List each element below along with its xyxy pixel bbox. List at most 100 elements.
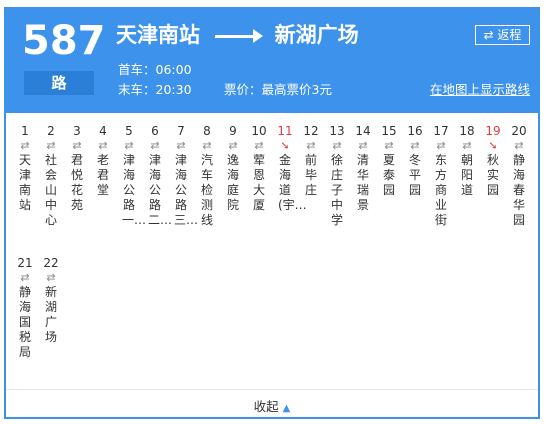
stop-item[interactable]: 8 ⇄ 汽车检测线	[196, 123, 218, 228]
stop-item[interactable]: 7 ⇄ 津海公路三…	[170, 123, 199, 228]
stop-item[interactable]: 5 ⇄ 津海公路一…	[118, 123, 147, 228]
bidirectional-arrow-icon: ⇄	[254, 139, 264, 152]
stop-name: 君悦花苑	[70, 153, 83, 212]
stop-number: 7	[177, 124, 185, 138]
bidirectional-arrow-icon: ⇄	[410, 139, 420, 152]
stop-name: 清华瑞景	[356, 153, 369, 212]
stop-item[interactable]: 21 ⇄ 静海国税局	[14, 255, 36, 360]
stop-number: 12	[303, 124, 319, 138]
stop-number: 21	[17, 256, 33, 270]
stop-item[interactable]: 16 ⇄ 冬平园	[404, 123, 426, 198]
stop-item[interactable]: 18 ⇄ 朝阳道	[456, 123, 478, 198]
bidirectional-arrow-icon: ⇄	[98, 139, 108, 152]
bidirectional-arrow-icon: ⇄	[306, 139, 316, 152]
stop-number: 22	[43, 256, 59, 270]
bidirectional-arrow-icon: ⇄	[514, 139, 524, 152]
stop-item[interactable]: 12 ⇄ 前毕庄	[300, 123, 322, 198]
stop-name: 荤恩大厦	[252, 153, 265, 212]
stop-item[interactable]: 3 ⇄ 君悦花苑	[66, 123, 88, 213]
bus-arriving-icon: ➘	[488, 139, 498, 152]
stop-item[interactable]: 14 ⇄ 清华瑞景	[352, 123, 374, 213]
bidirectional-arrow-icon: ⇄	[72, 139, 82, 152]
stop-number: 5	[125, 124, 133, 138]
bidirectional-arrow-icon: ⇄	[176, 139, 186, 152]
fare-info: 票价：最高票价3元	[224, 82, 332, 97]
bus-route-card: 587 路 天津南站 新湖广场 ⇄ 返程 首车：06:00 末车：20:30 票…	[4, 7, 540, 419]
stop-number: 15	[381, 124, 397, 138]
show-route-on-map-link[interactable]: 在地图上显示路线	[430, 81, 530, 99]
stop-name: 静海春华园	[512, 153, 525, 227]
stop-name: 秋实园	[486, 153, 499, 197]
stop-item[interactable]: 6 ⇄ 津海公路二…	[144, 123, 173, 228]
bidirectional-arrow-icon: ⇄	[332, 139, 342, 152]
bidirectional-arrow-icon: ⇄	[46, 271, 56, 284]
last-bus-time: 末车：20:30	[118, 82, 192, 97]
bidirectional-arrow-icon: ⇄	[436, 139, 446, 152]
stop-name: 汽车检测线	[200, 153, 213, 227]
stop-name: 老君堂	[96, 153, 109, 197]
stop-number: 9	[229, 124, 237, 138]
stop-name: 朝阳道	[460, 153, 473, 197]
bidirectional-arrow-icon: ⇄	[358, 139, 368, 152]
stop-number: 2	[47, 124, 55, 138]
stop-number: 20	[511, 124, 527, 138]
collapse-label: 收起	[253, 399, 279, 414]
stop-name: 新湖广场	[44, 285, 57, 344]
stop-item[interactable]: 10 ⇄ 荤恩大厦	[248, 123, 270, 213]
stop-name: 津海公路二…	[148, 153, 173, 227]
stop-number: 18	[459, 124, 475, 138]
bidirectional-arrow-icon: ⇄	[20, 139, 30, 152]
route-suffix: 路	[24, 71, 94, 95]
stop-name: 津海公路三…	[174, 153, 199, 227]
stop-name: 徐庄子中学	[330, 153, 343, 227]
chevron-up-icon: ▲	[282, 403, 291, 414]
collapse-button[interactable]: 收起 ▲	[254, 396, 291, 415]
route-number: 587	[22, 18, 106, 64]
stop-item[interactable]: 17 ⇄ 东方商业街	[430, 123, 452, 228]
stop-number: 6	[151, 124, 159, 138]
stop-name: 东方商业街	[434, 153, 447, 227]
bidirectional-arrow-icon: ⇄	[202, 139, 212, 152]
stop-number: 8	[203, 124, 211, 138]
return-trip-button[interactable]: ⇄ 返程	[475, 25, 530, 45]
bidirectional-arrow-icon: ⇄	[124, 139, 134, 152]
bus-arriving-icon: ➘	[280, 139, 290, 152]
stop-item[interactable]: 13 ⇄ 徐庄子中学	[326, 123, 348, 228]
stop-number: 13	[329, 124, 345, 138]
stop-item[interactable]: 2 ⇄ 社会山中心	[40, 123, 62, 228]
stop-name: 天津南站	[18, 153, 31, 212]
destination-station: 新湖广场	[274, 23, 359, 47]
stop-name: 前毕庄	[304, 153, 317, 197]
stop-name: 静海国税局	[18, 285, 31, 359]
bidirectional-arrow-icon: ⇄	[384, 139, 394, 152]
stop-item[interactable]: 15 ⇄ 夏泰园	[378, 123, 400, 198]
first-bus-time: 首车：06:00	[118, 62, 192, 77]
stop-item[interactable]: 20 ⇄ 静海春华园	[508, 123, 530, 228]
stop-number: 17	[433, 124, 449, 138]
stop-number: 19	[485, 124, 501, 138]
stop-name: 金海道(宇…	[278, 153, 307, 212]
stop-item[interactable]: 11 ➘ 金海道(宇…	[274, 123, 307, 213]
bidirectional-arrow-icon: ⇄	[228, 139, 238, 152]
origin-station: 天津南站	[116, 23, 200, 47]
stop-number: 14	[355, 124, 371, 138]
stop-name: 津海公路一…	[122, 153, 147, 227]
stop-number: 11	[277, 124, 293, 138]
stop-item[interactable]: 22 ⇄ 新湖广场	[40, 255, 62, 345]
stop-number: 4	[99, 124, 107, 138]
stop-number: 1	[21, 124, 29, 138]
stop-item[interactable]: 19 ➘ 秋实园	[482, 123, 504, 198]
route-direction: 天津南站 新湖广场	[116, 19, 359, 51]
bidirectional-arrow-icon: ⇄	[46, 139, 56, 152]
stop-name: 逸海庭院	[226, 153, 239, 212]
stop-name: 社会山中心	[44, 153, 57, 227]
stop-number: 3	[73, 124, 81, 138]
route-header: 587 路 天津南站 新湖广场 ⇄ 返程 首车：06:00 末车：20:30 票…	[6, 9, 538, 113]
stop-number: 10	[251, 124, 267, 138]
stop-item[interactable]: 1 ⇄ 天津南站	[14, 123, 36, 213]
stop-number: 16	[407, 124, 423, 138]
stop-name: 冬平园	[408, 153, 421, 197]
bidirectional-arrow-icon: ⇄	[150, 139, 160, 152]
stop-item[interactable]: 9 ⇄ 逸海庭院	[222, 123, 244, 213]
stop-item[interactable]: 4 ⇄ 老君堂	[92, 123, 114, 198]
